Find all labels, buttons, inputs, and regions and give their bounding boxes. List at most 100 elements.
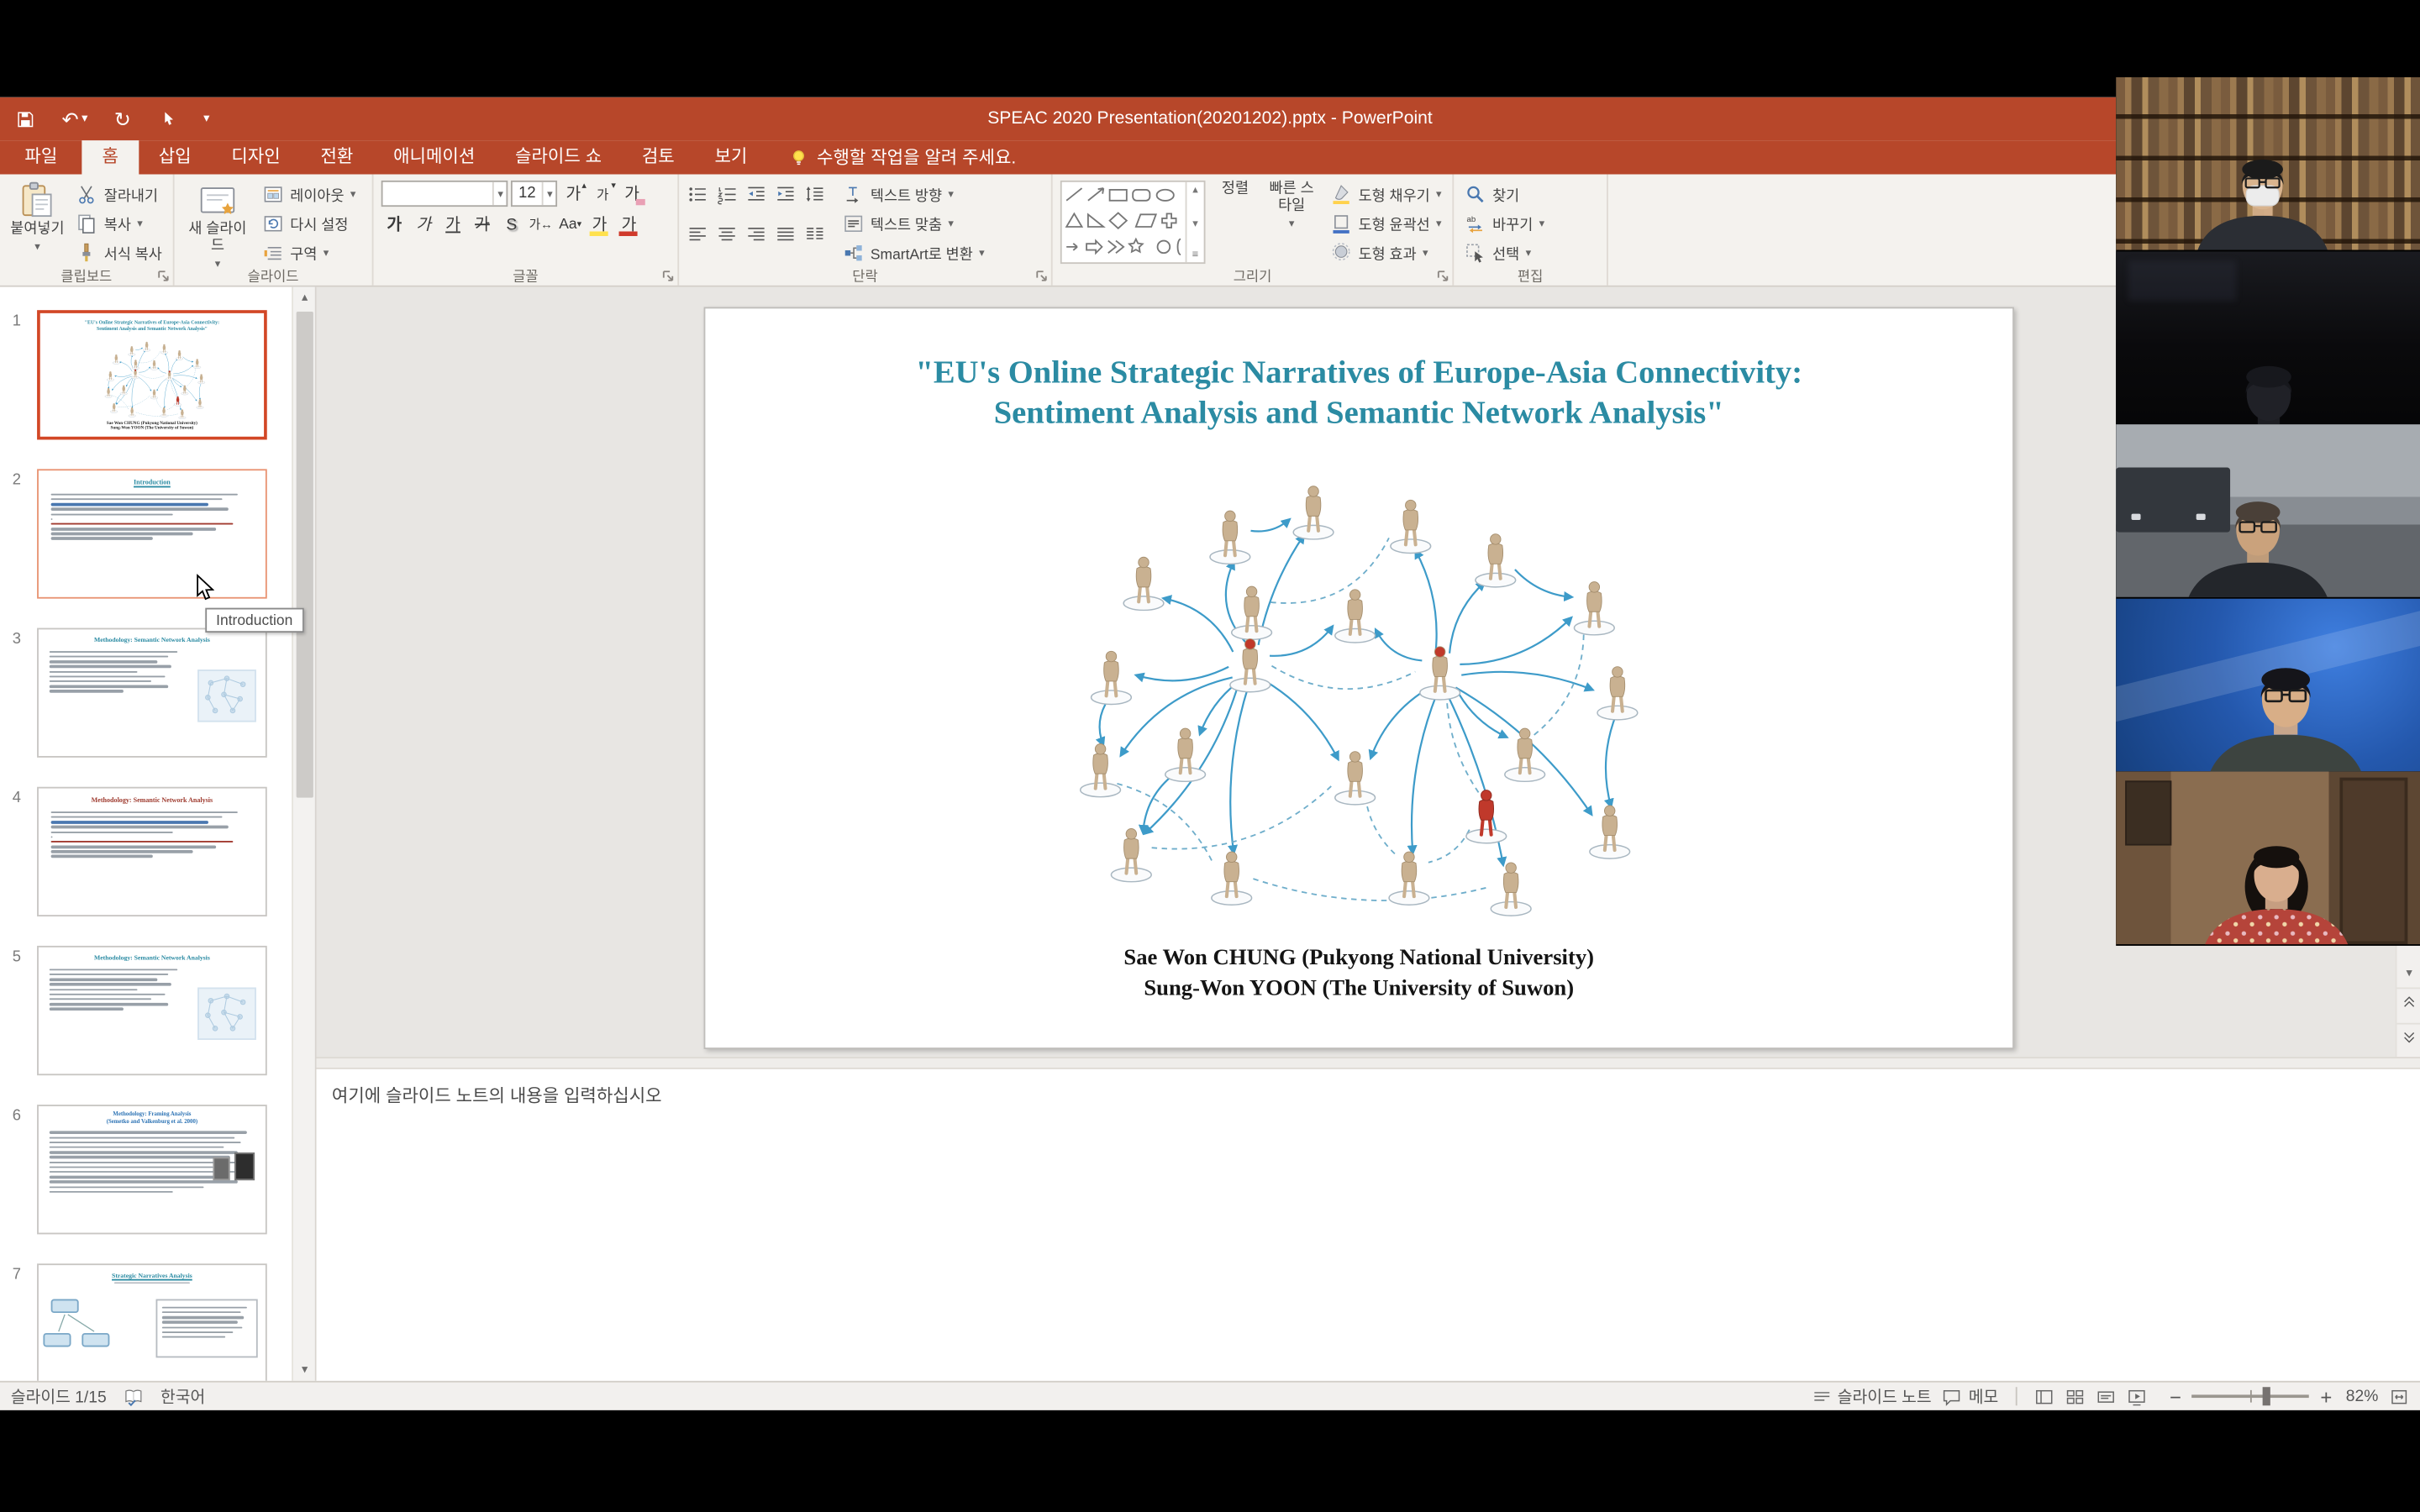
tab-4[interactable]: 애니메이션 xyxy=(373,140,495,174)
reset-button[interactable]: 다시 설정 xyxy=(256,210,362,238)
fit-slide-to-window-icon[interactable] xyxy=(2389,1386,2409,1406)
paragraph-dialog-launcher[interactable] xyxy=(1034,269,1050,284)
tab-3[interactable]: 전환 xyxy=(301,140,374,174)
font-size-combobox[interactable]: 12▾ xyxy=(511,181,557,207)
slide-thumbnail-6[interactable]: Methodology: Framing Analysis(Semetko an… xyxy=(37,1105,267,1234)
notes-pane[interactable]: 여기에 슬라이드 노트의 내용을 입력하십시오 xyxy=(317,1069,2420,1381)
bullets-button[interactable] xyxy=(684,181,710,207)
convert-smartart-button[interactable]: SmartArt로 변환▾ xyxy=(837,239,991,267)
character-spacing-button[interactable]: 가↔ xyxy=(528,212,554,238)
numbering-button[interactable] xyxy=(713,181,739,207)
quick-styles-button[interactable]: A 빠른 스타일 ▾ xyxy=(1262,177,1322,236)
increase-font-size-button[interactable]: 가▴ xyxy=(560,181,587,207)
font-name-combobox[interactable]: ▾ xyxy=(381,181,508,207)
scroll-down-button[interactable]: ▾ xyxy=(2396,961,2420,985)
slide-thumbnail-2[interactable]: Introduction xyxy=(37,469,267,598)
shape-effects-button[interactable]: 도형 효과▾ xyxy=(1324,239,1448,267)
video-participant-4-man-with-glasses-blue-backdrop[interactable] xyxy=(2116,598,2420,771)
layout-button[interactable]: 레이아웃▾ xyxy=(256,181,362,208)
shape-fill-button[interactable]: 도형 채우기▾ xyxy=(1324,181,1448,208)
zoom-in-button[interactable]: + xyxy=(2320,1384,2332,1408)
replace-button[interactable]: ab바꾸기▾ xyxy=(1459,210,1551,238)
save-icon[interactable] xyxy=(15,108,35,129)
find-button[interactable]: 찾기 xyxy=(1459,181,1551,208)
thumbnail-scrollbar[interactable]: ▴▾ xyxy=(292,287,315,1381)
cut-button[interactable]: 잘라내기 xyxy=(70,181,168,208)
drawing-dialog-launcher[interactable] xyxy=(1435,269,1450,284)
shape-outline-button[interactable]: 도형 윤곽선▾ xyxy=(1324,210,1448,238)
zoom-slider[interactable] xyxy=(2192,1394,2310,1398)
notes-splitter[interactable] xyxy=(317,1057,2420,1069)
tell-me-box[interactable]: 수행할 작업을 알려 주세요. xyxy=(789,140,1016,174)
format-painter-button[interactable]: 서식 복사 xyxy=(70,239,168,267)
zoom-slider-thumb[interactable] xyxy=(2263,1387,2270,1405)
comments-toggle-button[interactable]: 메모 xyxy=(1942,1384,1998,1408)
clipboard-dialog-launcher[interactable] xyxy=(156,269,171,284)
text-shadow-button[interactable]: S xyxy=(498,212,524,238)
paste-button[interactable]: 붙여넣기 ▾ xyxy=(5,177,71,259)
pointer-icon[interactable] xyxy=(157,108,177,129)
zoom-percent[interactable]: 82% xyxy=(2346,1387,2379,1405)
slide-canvas[interactable]: "EU's Online Strategic Narratives of Eur… xyxy=(704,307,2014,1049)
bold-button[interactable]: 가 xyxy=(381,212,408,238)
tab-6[interactable]: 검토 xyxy=(622,140,695,174)
text-direction-button[interactable]: 텍스트 방향▾ xyxy=(837,181,991,208)
section-button[interactable]: 구역▾ xyxy=(256,239,362,267)
slide-sorter-icon[interactable] xyxy=(2065,1386,2085,1406)
slide-thumbnail-3[interactable]: Methodology: Semantic Network Analysis xyxy=(37,628,267,758)
shapes-gallery[interactable]: ▴▾≡ xyxy=(1060,181,1206,264)
decrease-indent-button[interactable] xyxy=(742,181,768,207)
thumb-scroll-down-button[interactable]: ▾ xyxy=(293,1359,317,1381)
undo-icon[interactable]: ↶▾ xyxy=(61,108,87,129)
previous-slide-button[interactable] xyxy=(2396,988,2420,1021)
font-color-button[interactable]: 가 xyxy=(616,212,642,238)
tab-2[interactable]: 디자인 xyxy=(212,140,301,174)
strikethrough-button[interactable]: 가 xyxy=(469,212,495,238)
clear-formatting-button[interactable]: 가 xyxy=(619,181,645,207)
tab-5[interactable]: 슬라이드 쇼 xyxy=(495,140,622,174)
next-slide-button[interactable] xyxy=(2396,1023,2420,1057)
normal-view-icon[interactable] xyxy=(2033,1386,2054,1406)
network-diagram[interactable] xyxy=(1048,481,1681,937)
align-left-button[interactable] xyxy=(684,221,710,247)
arrange-button[interactable]: 정렬 xyxy=(1208,177,1262,201)
slide-thumbnail-4[interactable]: Methodology: Semantic Network Analysis xyxy=(37,787,267,916)
align-right-button[interactable] xyxy=(742,221,768,247)
video-participant-2-dim-room-silhouette[interactable] xyxy=(2116,251,2420,424)
reading-view-icon[interactable] xyxy=(2096,1386,2116,1406)
zoom-out-button[interactable]: − xyxy=(2170,1384,2181,1408)
video-participant-1-man-with-white-mask-bookshelf[interactable] xyxy=(2116,77,2420,250)
increase-indent-button[interactable] xyxy=(771,181,797,207)
align-text-button[interactable]: 텍스트 맞춤▾ xyxy=(837,210,991,238)
slideshow-icon[interactable] xyxy=(2127,1386,2147,1406)
justify-button[interactable] xyxy=(771,221,797,247)
highlight-color-button[interactable]: 가 xyxy=(587,212,613,238)
font-dialog-launcher[interactable] xyxy=(660,269,676,284)
italic-button[interactable]: 가 xyxy=(411,212,437,238)
tab-0[interactable]: 홈 xyxy=(82,140,139,174)
video-participant-5-woman-floral-top-room[interactable] xyxy=(2116,772,2420,945)
language-indicator[interactable]: 한국어 xyxy=(160,1384,205,1408)
customize-quick-access-icon[interactable]: ▾ xyxy=(203,113,209,125)
notes-toggle-button[interactable]: 슬라이드 노트 xyxy=(1812,1384,1932,1408)
decrease-font-size-button[interactable]: 가▾ xyxy=(590,181,616,207)
line-spacing-button[interactable] xyxy=(801,181,827,207)
slide-thumbnail-7[interactable]: Strategic Narratives Analysis xyxy=(37,1263,267,1381)
tab-7[interactable]: 보기 xyxy=(695,140,768,174)
redo-icon[interactable]: ↻ xyxy=(114,108,131,129)
change-case-button[interactable]: Aa▾ xyxy=(557,212,583,238)
video-participant-3-man-with-glasses-roadway[interactable] xyxy=(2116,424,2420,597)
align-center-button[interactable] xyxy=(713,221,739,247)
tab-file[interactable]: 파일 xyxy=(0,140,82,174)
shapes-gallery-scroll[interactable]: ▴▾≡ xyxy=(1186,182,1204,263)
spellcheck-icon[interactable] xyxy=(124,1386,144,1406)
slide-thumbnail-5[interactable]: Methodology: Semantic Network Analysis xyxy=(37,946,267,1075)
tab-1[interactable]: 삽입 xyxy=(139,140,212,174)
underline-button[interactable]: 가 xyxy=(439,212,466,238)
columns-button[interactable] xyxy=(801,221,827,247)
slide-thumbnail-1[interactable]: "EU's Online Strategic Narratives of Eur… xyxy=(37,310,267,439)
new-slide-button[interactable]: 새 슬라이드 ▾ xyxy=(179,177,256,276)
copy-button[interactable]: 복사▾ xyxy=(70,210,168,238)
thumb-scrollbar-thumb[interactable] xyxy=(297,312,313,798)
thumb-scroll-up-button[interactable]: ▴ xyxy=(293,287,317,309)
